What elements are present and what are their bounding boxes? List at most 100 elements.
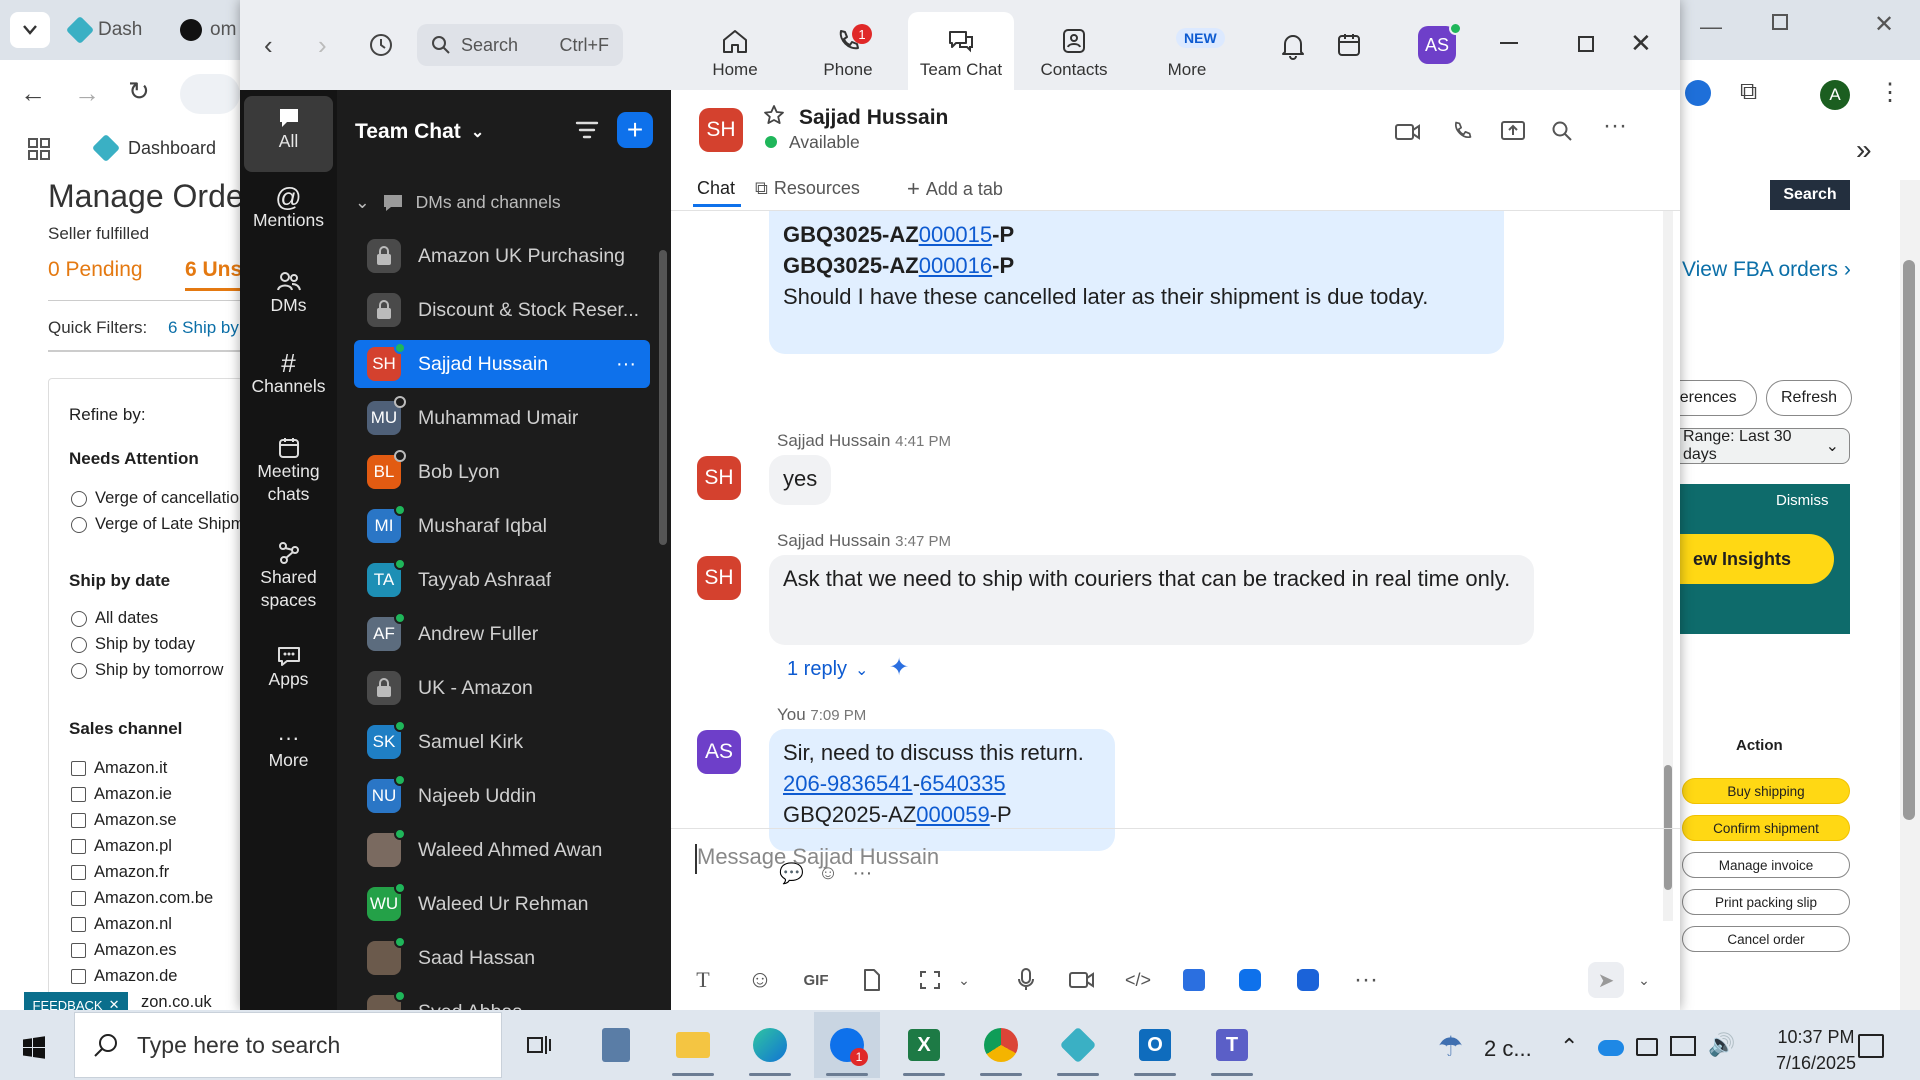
file-attach-icon[interactable] — [854, 962, 890, 998]
tab-search-button[interactable] — [10, 12, 50, 48]
channel-checkbox[interactable]: Amazon.de — [71, 967, 177, 986]
chat-list-scrollbar-thumb[interactable] — [659, 250, 667, 545]
nav-phone[interactable]: Phone 1 — [795, 12, 901, 90]
chat-list-item[interactable]: WU Waleed Ur Rehman — [354, 880, 650, 928]
taskbar-search-box[interactable]: Type here to search — [74, 1012, 502, 1078]
browser-restore-icon[interactable] — [1772, 14, 1788, 30]
video-message-icon[interactable] — [1064, 962, 1100, 998]
onedrive-icon[interactable] — [1598, 1040, 1624, 1056]
forward-arrow-icon[interactable]: → — [74, 78, 100, 109]
browser-minimize-icon[interactable]: — — [1700, 14, 1722, 40]
taskbar-clock[interactable]: 10:37 PM 7/16/2025 — [1762, 1024, 1870, 1076]
chat-list-item[interactable]: MU Muhammad Umair — [354, 394, 650, 442]
channel-checkbox[interactable]: Amazon.es — [71, 941, 177, 960]
chat-list-item[interactable]: SK Samuel Kirk — [354, 718, 650, 766]
tab-resources[interactable]: ⧉ Resources — [755, 178, 860, 199]
ai-sparkle-icon[interactable]: ✦ — [889, 653, 909, 682]
excel-app-icon[interactable]: X — [891, 1012, 957, 1078]
search-icon[interactable] — [1551, 120, 1573, 142]
manage-invoice-button[interactable]: Manage invoice — [1682, 852, 1850, 878]
filter-verge-cancellation[interactable]: Verge of cancellatio — [71, 489, 239, 508]
chrome-app-icon[interactable] — [968, 1012, 1034, 1078]
refresh-button[interactable]: Refresh — [1766, 380, 1852, 416]
network-icon[interactable] — [1670, 1036, 1696, 1056]
amazon-search-button[interactable]: Search — [1770, 180, 1850, 210]
windows-start-icon[interactable] — [22, 1036, 46, 1060]
rail-all[interactable]: All — [244, 96, 333, 172]
volume-icon[interactable]: 🔊 — [1708, 1032, 1735, 1058]
emoji-icon[interactable]: ☺ — [742, 962, 778, 998]
chat-list-item[interactable]: SH Sajjad Hussain ··· — [354, 340, 650, 388]
message-bubble[interactable]: Sir, need to discuss this return. 206-98… — [769, 729, 1115, 851]
message-composer-input[interactable]: Message Sajjad Hussain — [695, 842, 1655, 1012]
edge-app-icon[interactable] — [737, 1012, 803, 1078]
tab-add-a-tab[interactable]: + Add a tab — [907, 176, 1003, 202]
chat-list-item[interactable]: Amazon UK Purchasing — [354, 232, 650, 280]
nav-team-chat[interactable]: Team Chat — [908, 12, 1014, 90]
profile-avatar[interactable]: A — [1820, 80, 1850, 110]
browser-tab-dashboard[interactable]: Dash — [65, 10, 142, 50]
extension-icon[interactable] — [1685, 80, 1711, 106]
rail-mentions[interactable]: @ Mentions — [244, 184, 333, 232]
chat-list-item[interactable]: BL Bob Lyon — [354, 448, 650, 496]
message-bubble[interactable]: yes — [769, 455, 832, 505]
window-close-icon[interactable]: ✕ — [1630, 28, 1652, 59]
dms-channels-section-toggle[interactable]: ⌄ DMs and channels — [355, 192, 561, 213]
notification-center-icon[interactable] — [1858, 1034, 1884, 1058]
window-maximize-icon[interactable] — [1578, 36, 1594, 52]
print-packing-slip-button[interactable]: Print packing slip — [1682, 889, 1850, 915]
browser-tab-other[interactable]: om — [180, 10, 236, 50]
tray-chevron-up-icon[interactable]: ⌃ — [1560, 1034, 1578, 1060]
calculator-app-icon[interactable] — [583, 1012, 649, 1078]
chat-list-item[interactable]: Discount & Stock Reser... — [354, 286, 650, 334]
rail-shared-spaces[interactable]: Shared spaces — [244, 540, 333, 612]
amazon-app-icon[interactable] — [1045, 1012, 1111, 1078]
filter-icon[interactable] — [575, 120, 599, 140]
channel-checkbox[interactable]: Amazon.se — [71, 811, 177, 830]
extensions-puzzle-icon[interactable]: ⧉ — [1740, 78, 1757, 106]
phone-link[interactable]: 6540335 — [920, 771, 1006, 796]
order-link[interactable]: 000016 — [919, 253, 992, 278]
back-arrow-icon[interactable]: ← — [20, 78, 46, 109]
buy-shipping-button[interactable]: Buy shipping — [1682, 778, 1850, 804]
zoom-search-box[interactable]: Search Ctrl+F — [417, 24, 623, 66]
more-options-icon[interactable]: ··· — [1603, 112, 1627, 140]
unshipped-tab[interactable]: 6 Uns — [185, 258, 242, 282]
message-bubble[interactable]: Ask that we need to ship with couriers t… — [769, 555, 1534, 645]
pending-tab[interactable]: 0 Pending — [48, 258, 143, 282]
weather-text[interactable]: 2 c... — [1484, 1036, 1532, 1062]
chat-list-item[interactable]: UK - Amazon — [354, 664, 650, 712]
file-explorer-app-icon[interactable] — [660, 1012, 726, 1078]
filter-verge-late[interactable]: Verge of Late Shipm — [71, 515, 245, 534]
teams-app-icon[interactable]: T — [1199, 1012, 1265, 1078]
channel-checkbox[interactable]: Amazon.nl — [71, 915, 172, 934]
channel-checkbox[interactable]: Amazon.it — [71, 759, 167, 778]
more-options-icon[interactable]: ··· — [616, 353, 636, 376]
view-fba-orders-link[interactable]: View FBA orders › — [1682, 258, 1851, 282]
browser-menu-icon[interactable]: ⋮ — [1878, 78, 1902, 107]
forward-arrow-icon[interactable]: › — [318, 30, 327, 61]
chat-list-item[interactable]: MI Musharaf Iqbal — [354, 502, 650, 550]
app-clips-icon[interactable] — [1290, 962, 1326, 998]
share-screen-icon[interactable] — [1501, 120, 1525, 142]
chat-list-item[interactable]: AF Andrew Fuller — [354, 610, 650, 658]
window-minimize-icon[interactable] — [1500, 42, 1518, 44]
page-scrollbar-thumb[interactable] — [1903, 260, 1915, 820]
video-call-icon[interactable] — [1395, 122, 1421, 142]
order-link[interactable]: 000015 — [919, 222, 992, 247]
dashboard-bookmark[interactable]: Dashboard — [128, 138, 216, 159]
channel-checkbox[interactable]: Amazon.pl — [71, 837, 172, 856]
phone-call-icon[interactable] — [1451, 120, 1473, 142]
more-options-icon[interactable]: ··· — [1348, 962, 1384, 998]
rail-more[interactable]: ··· More — [244, 726, 333, 772]
contact-avatar[interactable]: SH — [699, 108, 743, 152]
weather-icon[interactable]: ☂ — [1438, 1030, 1463, 1063]
browser-close-icon[interactable]: ✕ — [1874, 10, 1894, 39]
tab-chat[interactable]: Chat — [697, 178, 735, 199]
channel-checkbox[interactable]: Amazon.ie — [71, 785, 172, 804]
calendar-icon[interactable] — [1336, 32, 1362, 58]
gif-icon[interactable]: GIF — [798, 962, 834, 998]
cancel-order-button[interactable]: Cancel order — [1682, 926, 1850, 952]
filter-all-dates[interactable]: All dates — [71, 609, 158, 628]
chat-list-item[interactable]: Saad Hassan — [354, 934, 650, 982]
